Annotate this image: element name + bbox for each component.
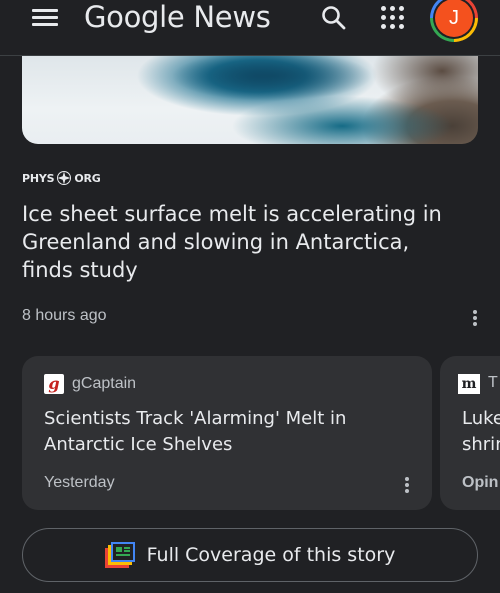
card-title[interactable]: Scientists Track 'Alarming' Melt in Anta… xyxy=(44,406,404,458)
related-story-card[interactable]: g gCaptain Scientists Track 'Alarming' M… xyxy=(22,356,432,510)
menu-icon[interactable] xyxy=(32,6,58,28)
gcaptain-logo-icon: g xyxy=(44,374,64,394)
apps-grid-icon[interactable] xyxy=(380,5,406,31)
publisher-logo-star-icon xyxy=(57,171,72,185)
card-title-line-1: Luke xyxy=(462,408,500,429)
card-source-name: T xyxy=(488,374,498,391)
app-title[interactable]: Google News xyxy=(84,0,271,34)
search-icon[interactable] xyxy=(320,4,348,32)
card-title-line-2: shrin xyxy=(462,434,500,455)
card-title[interactable]: Luke shrin xyxy=(462,406,500,458)
card-source-row: g gCaptain xyxy=(44,374,136,394)
publisher-logo-icon: m xyxy=(458,374,480,394)
image-detail xyxy=(172,56,372,116)
card-footer-label: Opin xyxy=(462,474,499,491)
avatar-letter: J xyxy=(435,0,473,37)
card-source-name: gCaptain xyxy=(72,375,137,392)
more-options-icon[interactable] xyxy=(466,307,484,329)
account-avatar[interactable]: J xyxy=(430,0,486,42)
article-headline[interactable]: Ice sheet surface melt is accelerating i… xyxy=(22,200,462,284)
full-coverage-button[interactable]: Full Coverage of this story xyxy=(22,528,478,582)
article-timestamp: 8 hours ago xyxy=(22,307,107,324)
card-timestamp: Yesterday xyxy=(44,474,115,491)
full-coverage-label: Full Coverage of this story xyxy=(146,544,396,566)
publisher-logo-right: ORG xyxy=(74,171,101,185)
publisher-logo: PHYS ORG xyxy=(22,170,101,186)
full-coverage-icon xyxy=(104,542,135,568)
publisher-logo-left: PHYS xyxy=(22,171,55,185)
related-story-card[interactable]: m T Luke shrin Opin xyxy=(440,356,500,510)
top-app-bar: Google News J xyxy=(0,0,500,56)
card-more-options-icon[interactable] xyxy=(398,474,416,496)
article-hero-image[interactable] xyxy=(22,56,478,144)
